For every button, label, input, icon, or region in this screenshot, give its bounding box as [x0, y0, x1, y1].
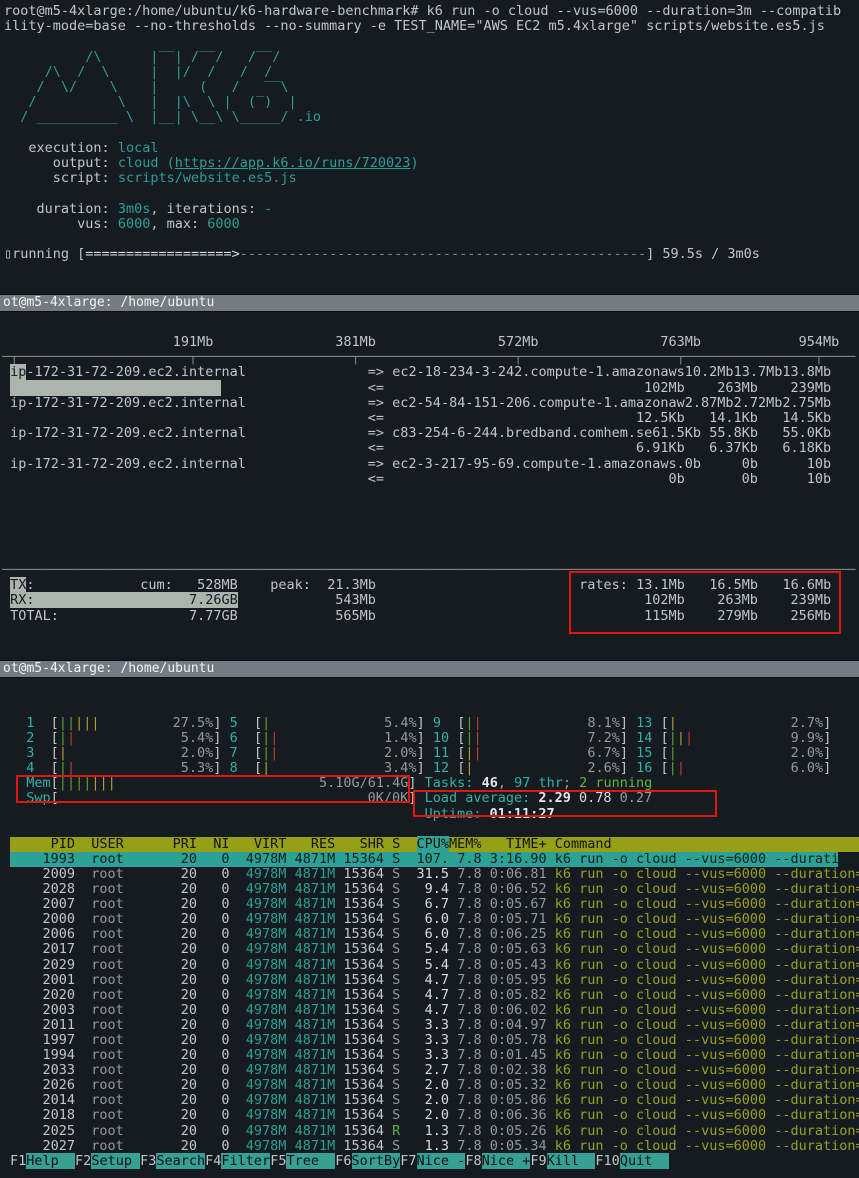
- process-row[interactable]: 2029 root 20 0 4978M 4871M 15364 S 5.4 7…: [10, 958, 859, 973]
- process-row[interactable]: 2017 root 20 0 4978M 4871M 15364 S 5.4 7…: [10, 942, 859, 957]
- fkey-item[interactable]: F3: [140, 1153, 156, 1169]
- k6-logo-line: /\ |‾‾| /‾‾/ /‾‾/: [4, 50, 859, 65]
- process-row[interactable]: 2020 root 20 0 4978M 4871M 15364 S 4.7 7…: [10, 988, 859, 1003]
- fkey-item[interactable]: Nice +: [482, 1153, 531, 1169]
- pane-title-bar-1[interactable]: ot@m5-4xlarge: /home/ubuntu: [0, 294, 859, 312]
- iftop-flow-row[interactable]: ip-172-31-72-209.ec2.internal => ec2-3-2…: [2, 457, 859, 472]
- iftop-tx-row: TX: cum: 528MB peak: 21.3Mb rates: 13.1M…: [2, 578, 859, 593]
- terminal-line: [2, 517, 859, 532]
- fkey-item[interactable]: F10: [595, 1153, 619, 1169]
- shell-command-line: root@m5-4xlarge:/home/ubuntu/k6-hardware…: [4, 4, 859, 19]
- fkey-item[interactable]: F1: [10, 1153, 26, 1169]
- fkey-item[interactable]: Kill: [547, 1153, 596, 1169]
- iftop-flow-row[interactable]: <= 6.91Kb 6.37Kb 6.18Kb: [2, 441, 859, 456]
- iftop-pane[interactable]: 191Mb 381Mb 572Mb 763Mb 954Mb─┬─────────…: [0, 312, 859, 660]
- fkey-item[interactable]: F5: [270, 1153, 286, 1169]
- k6-info-line: execution: local: [4, 141, 859, 156]
- fkey-item[interactable]: Filter: [221, 1153, 270, 1169]
- process-row[interactable]: 2033 root 20 0 4978M 4871M 15364 S 2.7 7…: [10, 1063, 859, 1078]
- k6-logo-line: /\ / \ | |/ / / /: [4, 65, 859, 80]
- fkey-item[interactable]: F8: [465, 1153, 481, 1169]
- iftop-flow-row[interactable]: <= 0b 0b 10b: [2, 472, 859, 487]
- fkey-item[interactable]: Quit: [620, 1153, 669, 1169]
- k6-logo-line: / \ | |\ \ | (‾) |: [4, 95, 859, 110]
- process-row[interactable]: 2009 root 20 0 4978M 4871M 15364 S 31.5 …: [10, 867, 859, 882]
- fkey-item[interactable]: F2: [75, 1153, 91, 1169]
- process-row[interactable]: 2026 root 20 0 4978M 4871M 15364 S 2.0 7…: [10, 1078, 859, 1093]
- cpu-meter-row: 2 [|| 5.4%] 6 [|| 1.4%] 10 [|| 7.2%] 14 …: [10, 731, 859, 746]
- shell-command-line: ility-mode=base --no-thresholds --no-sum…: [4, 19, 859, 34]
- process-row[interactable]: 1997 root 20 0 4978M 4871M 15364 S 3.3 7…: [10, 1033, 859, 1048]
- process-row[interactable]: 2011 root 20 0 4978M 4871M 15364 S 3.3 7…: [10, 1018, 859, 1033]
- process-row[interactable]: 2027 root 20 0 4978M 4871M 15364 S 1.3 7…: [10, 1139, 859, 1154]
- terminal-line: [2, 487, 859, 502]
- iftop-total-row: TOTAL: 7.77GB 565Mb 115Mb 279Mb 256Mb: [2, 609, 859, 624]
- iftop-flow-row[interactable]: <= 12.5Kb 14.1Kb 14.5Kb: [2, 411, 859, 426]
- terminal-line: [10, 822, 859, 837]
- fkey-bar[interactable]: F1Help F2Setup F3SearchF4FilterF5Tree F6…: [10, 1154, 859, 1169]
- iftop-flow-row[interactable]: ip-172-31-72-209.ec2.internal => ec2-54-…: [2, 396, 859, 411]
- terminal-line: [4, 126, 859, 141]
- terminal-screen: root@m5-4xlarge:/home/ubuntu/k6-hardware…: [0, 0, 859, 1178]
- iftop-flow-row[interactable]: ip-172-31-72-209.ec2.internal => c83-254…: [2, 426, 859, 441]
- terminal-line: [2, 548, 859, 563]
- pane-title-text: ot@m5-4xlarge: /home/ubuntu: [3, 295, 214, 310]
- fkey-item[interactable]: Search: [156, 1153, 205, 1169]
- iftop-separator: ────────────────────────────────────────…: [2, 563, 859, 578]
- fkey-item[interactable]: Tree: [286, 1153, 335, 1169]
- k6-info-line: script: scripts/website.es5.js: [4, 171, 859, 186]
- k6-pane[interactable]: root@m5-4xlarge:/home/ubuntu/k6-hardware…: [0, 0, 859, 294]
- process-row[interactable]: 2003 root 20 0 4978M 4871M 15364 S 4.7 7…: [10, 1003, 859, 1018]
- cpu-meter-row: 4 [|| 5.3%] 8 [| 3.4%] 12 [| 2.6%] 16 [|…: [10, 761, 859, 776]
- process-row[interactable]: 2007 root 20 0 4978M 4871M 15364 S 6.7 7…: [10, 897, 859, 912]
- k6-info-line: duration: 3m0s, iterations: -: [4, 202, 859, 217]
- memory-meter-row: Mem[||||||| 5.10G/61.4G] Tasks: 46, 97 t…: [10, 776, 859, 791]
- process-row[interactable]: 2025 root 20 0 4978M 4871M 15364 R 1.3 7…: [10, 1124, 859, 1139]
- fkey-item[interactable]: F7: [400, 1153, 416, 1169]
- iftop-rx-row: RX: 7.26GB 543Mb 102Mb 263Mb 239Mb: [2, 593, 859, 608]
- fkey-item[interactable]: F4: [205, 1153, 221, 1169]
- terminal-line: [2, 533, 859, 548]
- fkey-item[interactable]: Nice -: [417, 1153, 466, 1169]
- terminal-line: [4, 232, 859, 247]
- k6-logo-line: / \/ \ | ( / ‾‾\: [4, 80, 859, 95]
- iftop-flow-row[interactable]: <= 102Mb 263Mb 239Mb: [2, 381, 859, 396]
- process-row[interactable]: 2018 root 20 0 4978M 4871M 15364 S 2.0 7…: [10, 1108, 859, 1123]
- cpu-meter-row: 3 [| 2.0%] 7 [|| 2.0%] 11 [|| 6.7%] 15 […: [10, 746, 859, 761]
- cpu-meter-row: 1 [||||| 27.5%] 5 [| 5.4%] 9 [|| 8.1%] 1…: [10, 716, 859, 731]
- process-row[interactable]: 2000 root 20 0 4978M 4871M 15364 S 6.0 7…: [10, 912, 859, 927]
- process-row[interactable]: 1993 root 20 0 4978M 4871M 15364 S 107. …: [10, 852, 838, 867]
- process-row[interactable]: 1994 root 20 0 4978M 4871M 15364 S 3.3 7…: [10, 1048, 859, 1063]
- fkey-item[interactable]: SortBy: [352, 1153, 401, 1169]
- iftop-scale-ruler: ─┬─────────────────────┬────────────────…: [2, 350, 859, 365]
- terminal-line: [4, 186, 859, 201]
- iftop-scale-labels: 191Mb 381Mb 572Mb 763Mb 954Mb: [2, 335, 859, 350]
- k6-info-line: output: cloud (https://app.k6.io/runs/72…: [4, 156, 859, 171]
- fkey-item[interactable]: F6: [335, 1153, 351, 1169]
- fkey-item[interactable]: Setup: [91, 1153, 140, 1169]
- process-row[interactable]: 2028 root 20 0 4978M 4871M 15364 S 9.4 7…: [10, 882, 859, 897]
- iftop-flow-row[interactable]: ip-172-31-72-209.ec2.internal => ec2-18-…: [2, 365, 859, 380]
- process-table-header[interactable]: PID USER PRI NI VIRT RES SHR S CPU%MEM% …: [10, 837, 859, 852]
- uptime-row: Uptime: 01:11:27: [10, 807, 859, 822]
- process-row[interactable]: 2014 root 20 0 4978M 4871M 15364 S 2.0 7…: [10, 1093, 859, 1108]
- terminal-line: [4, 34, 859, 49]
- fkey-item[interactable]: Help: [26, 1153, 75, 1169]
- htop-pane[interactable]: 1 [||||| 27.5%] 5 [| 5.4%] 9 [|| 8.1%] 1…: [0, 678, 859, 1178]
- pane-title-text: ot@m5-4xlarge: /home/ubuntu: [3, 661, 214, 676]
- fkey-item[interactable]: F9: [530, 1153, 546, 1169]
- process-row[interactable]: 2006 root 20 0 4978M 4871M 15364 S 6.0 7…: [10, 927, 859, 942]
- k6-logo-line: / __________ \ |__| \__\ \_____/ .io: [4, 110, 859, 125]
- process-row[interactable]: 2001 root 20 0 4978M 4871M 15364 S 4.7 7…: [10, 973, 859, 988]
- pane-title-bar-2[interactable]: ot@m5-4xlarge: /home/ubuntu: [0, 660, 859, 678]
- swap-meter-row: Swp[ 0K/0K] Load average: 2.29 0.78 0.27: [10, 791, 859, 806]
- k6-progress-bar: ▯running [==================>-----------…: [4, 247, 859, 262]
- k6-info-line: vus: 6000, max: 6000: [4, 217, 859, 232]
- terminal-line: [2, 502, 859, 517]
